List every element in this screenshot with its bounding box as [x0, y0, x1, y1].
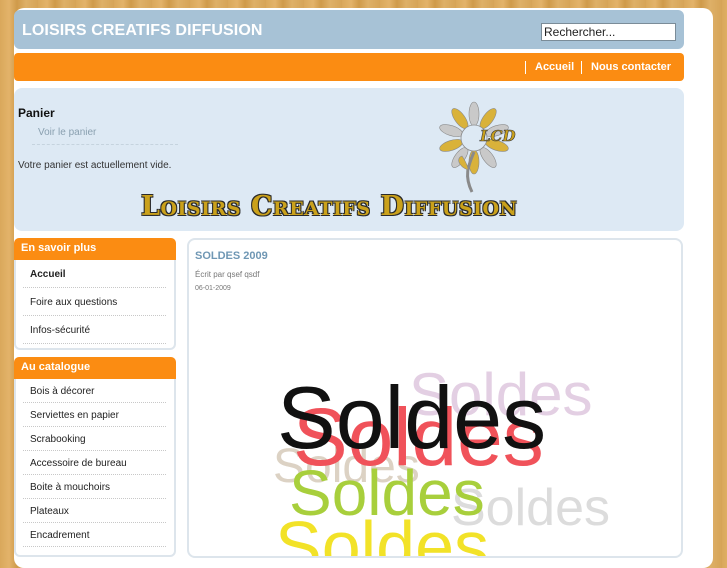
nav-contact-link[interactable]: Nous contacter — [581, 61, 671, 74]
catalog-item-encadrement[interactable]: Encadrement — [23, 523, 166, 547]
catalog-item-bureau[interactable]: Accessoire de bureau — [23, 451, 166, 475]
cart-title: Panier — [18, 106, 55, 120]
info-menu-box: En savoir plus Accueil Foire aux questio… — [14, 238, 176, 350]
menu-item-home[interactable]: Accueil — [23, 260, 166, 288]
logo-flower-icon: LCD — [439, 101, 516, 193]
logo-wordmark: Loisirs Creatifs Diffusion — [141, 191, 518, 222]
catalog-item-bois[interactable]: Bois à décorer — [23, 379, 166, 403]
soldes-image: Soldes Soldes Soldes Soldes Soldes Solde… — [273, 361, 610, 558]
article-panel: SOLDES 2009 Écrit par qsef qsdf 06-01-20… — [187, 238, 683, 558]
cart-divider — [32, 144, 178, 145]
catalog-item-serviettes[interactable]: Serviettes en papier — [23, 403, 166, 427]
view-cart-link[interactable]: Voir le panier — [38, 127, 96, 138]
info-menu-title: En savoir plus — [14, 238, 176, 260]
cart-empty-message: Votre panier est actuellement vide. — [18, 160, 172, 171]
catalog-item-mouchoirs[interactable]: Boite à mouchoirs — [23, 475, 166, 499]
logo-initials: LCD — [479, 127, 516, 145]
banner: Panier Voir le panier Votre panier est a… — [14, 88, 684, 231]
soldes-word-black: Soldes — [277, 368, 546, 467]
search-input[interactable] — [541, 23, 676, 41]
nav-home-link[interactable]: Accueil — [525, 61, 574, 74]
main-nav: Accueil Nous contacter — [14, 53, 684, 81]
catalog-item-plateaux[interactable]: Plateaux — [23, 499, 166, 523]
soldes-word-yellow: Soldes — [275, 507, 489, 558]
catalog-menu-title: Au catalogue — [14, 357, 176, 379]
menu-item-safety[interactable]: Infos-sécurité — [23, 316, 166, 344]
catalog-item-scrabooking[interactable]: Scrabooking — [23, 427, 166, 451]
catalog-menu-box: Au catalogue Bois à décorer Serviettes e… — [14, 357, 176, 557]
menu-item-faq[interactable]: Foire aux questions — [23, 288, 166, 316]
site-title[interactable]: LOISIRS CREATIFS DIFFUSION — [22, 22, 263, 40]
header-bar: LOISIRS CREATIFS DIFFUSION — [14, 10, 684, 49]
